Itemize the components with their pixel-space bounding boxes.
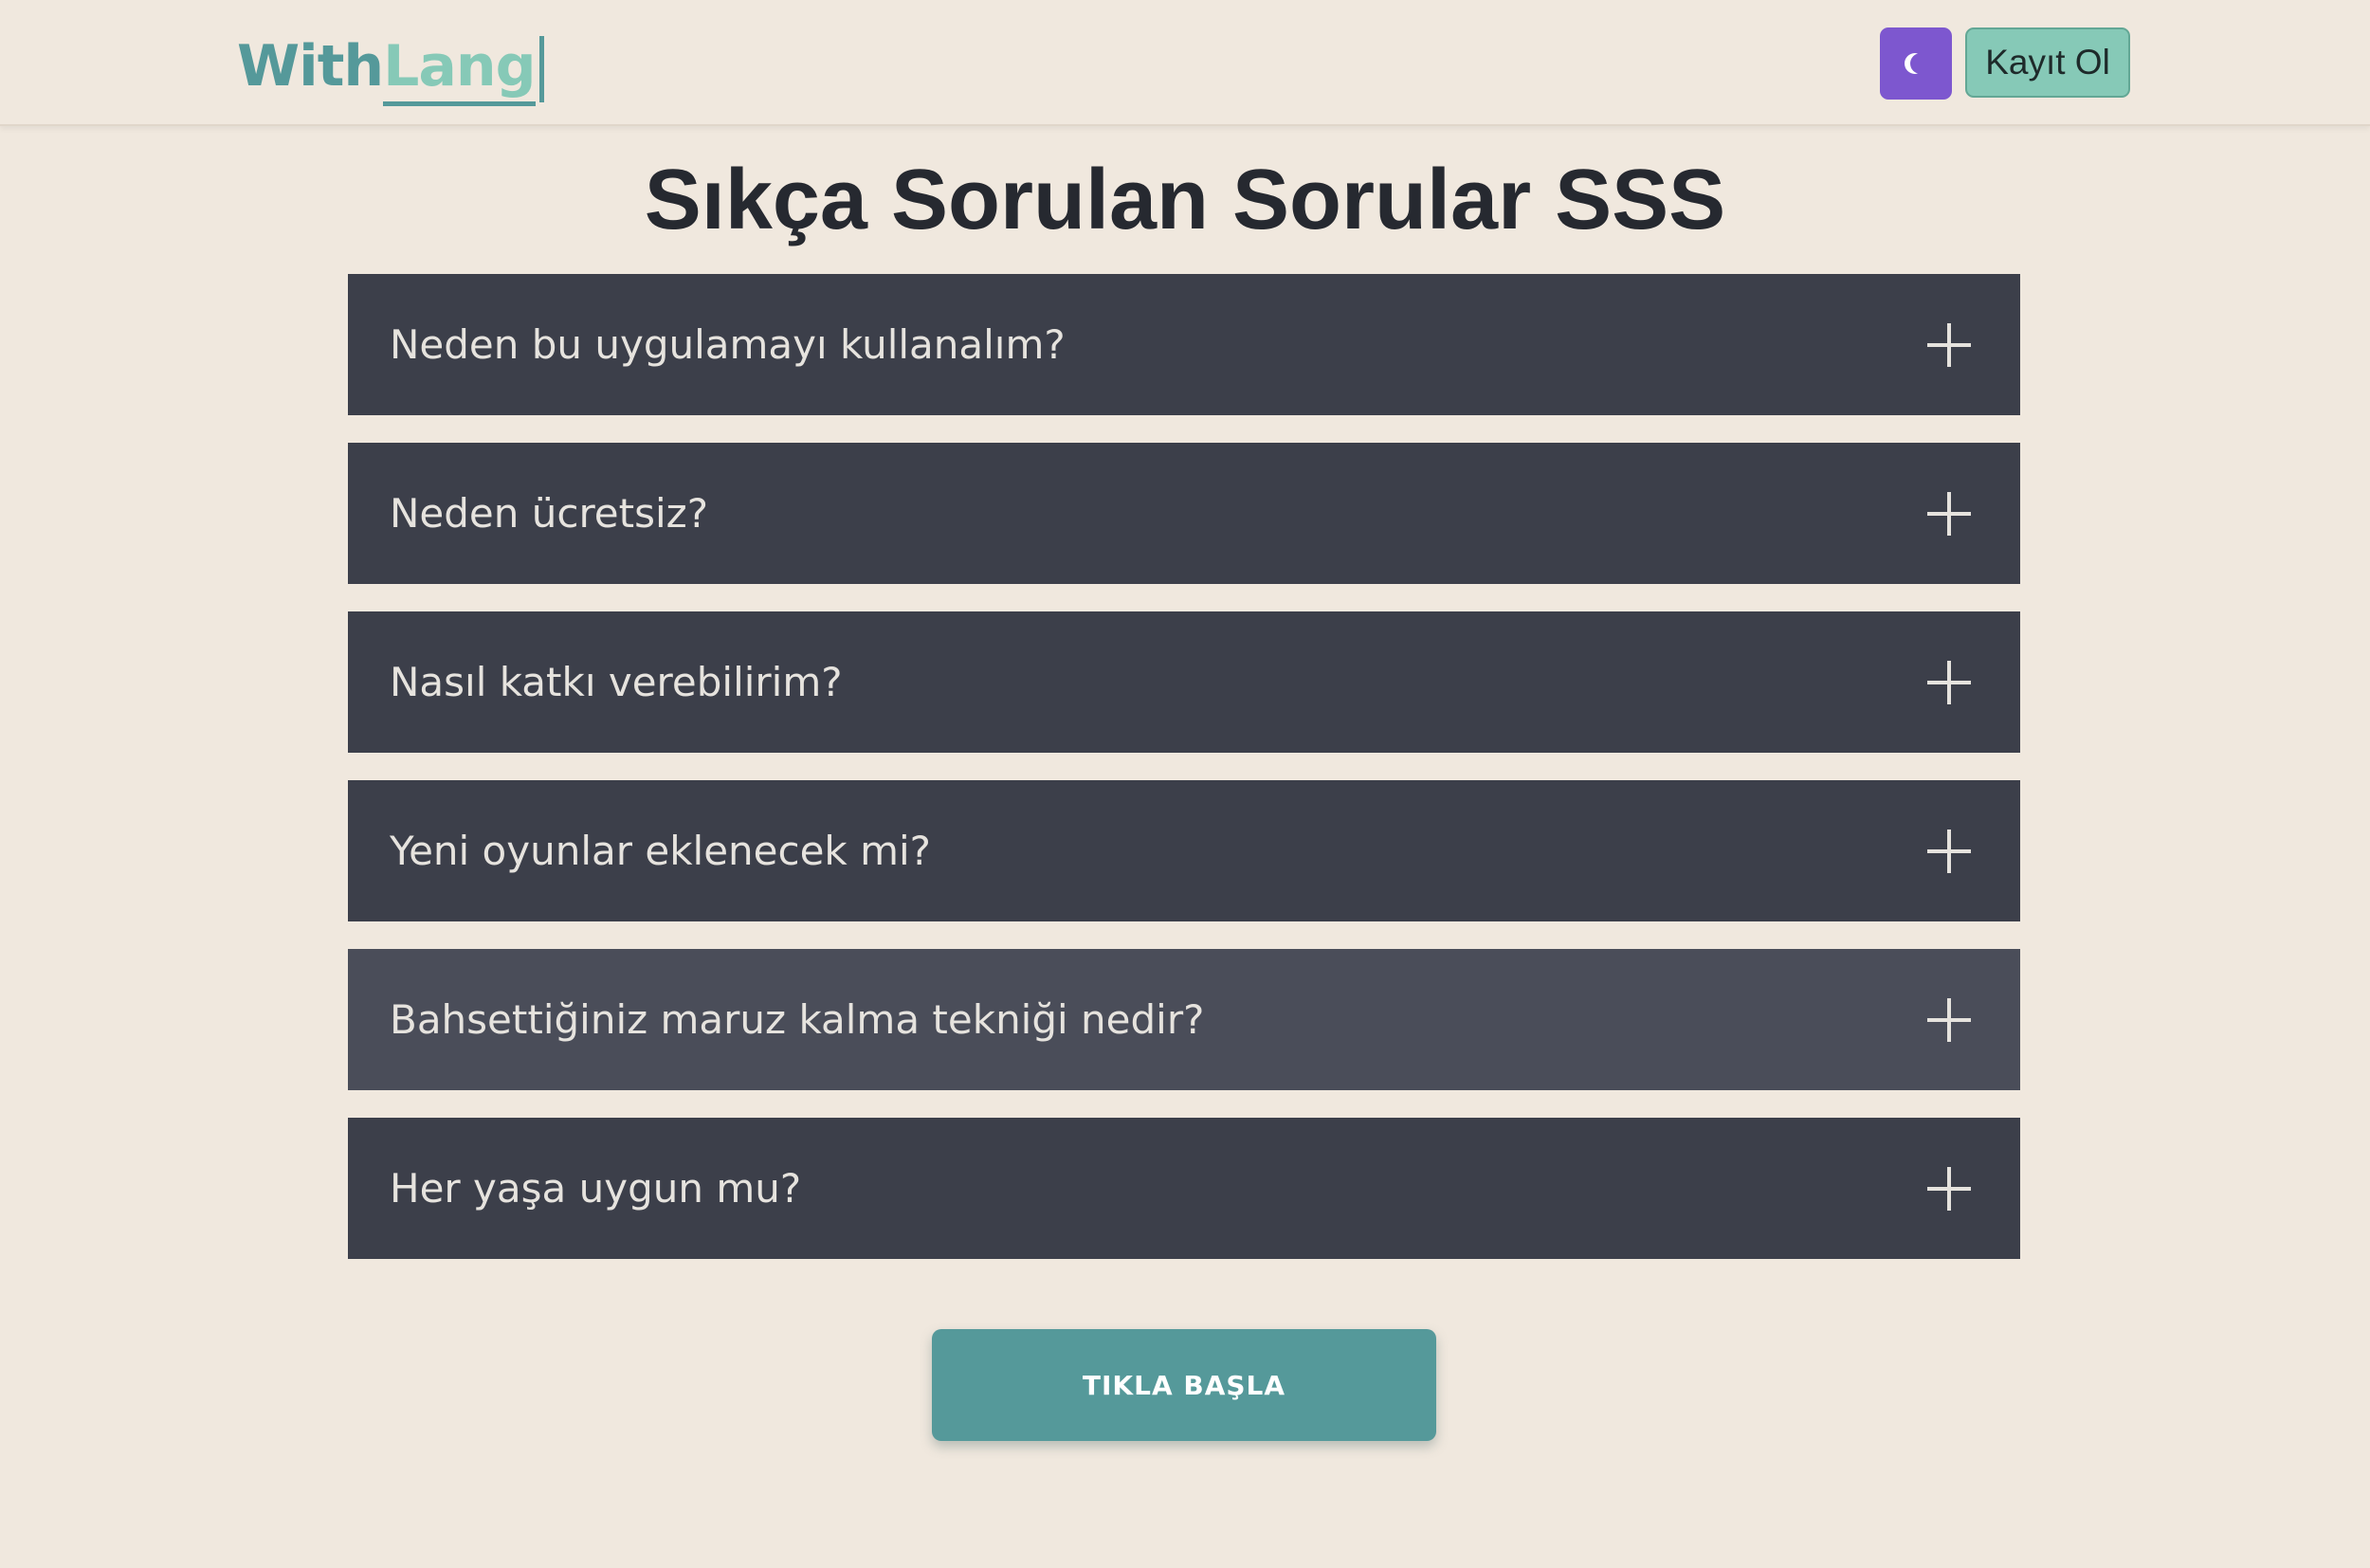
- faq-list: Neden bu uygulamayı kullanalım? Neden üc…: [348, 274, 2020, 1286]
- plus-icon[interactable]: [1927, 491, 1971, 536]
- faq-question: Neden ücretsiz?: [390, 490, 708, 537]
- page-title: Sıkça Sorulan Sorular SSS: [644, 153, 1726, 247]
- plus-icon[interactable]: [1927, 997, 1971, 1042]
- faq-item[interactable]: Neden ücretsiz?: [348, 443, 2020, 584]
- faq-question: Neden bu uygulamayı kullanalım?: [390, 321, 1066, 368]
- faq-question: Her yaşa uygun mu?: [390, 1165, 802, 1212]
- logo-text-with: With: [237, 33, 384, 100]
- faq-question: Bahsettiğiniz maruz kalma tekniği nedir?: [390, 996, 1205, 1043]
- plus-icon[interactable]: [1927, 1166, 1971, 1211]
- theme-toggle-button[interactable]: [1880, 27, 1952, 100]
- plus-icon[interactable]: [1927, 660, 1971, 704]
- faq-item[interactable]: Bahsettiğiniz maruz kalma tekniği nedir?: [348, 949, 2020, 1090]
- moon-icon: [1910, 53, 1931, 74]
- faq-item[interactable]: Nasıl katkı verebilirim?: [348, 611, 2020, 753]
- faq-item[interactable]: Neden bu uygulamayı kullanalım?: [348, 274, 2020, 415]
- signup-button[interactable]: Kayıt Ol: [1965, 27, 2130, 98]
- start-button[interactable]: TIKLA BAŞLA: [932, 1329, 1436, 1441]
- faq-question: Yeni oyunlar eklenecek mi?: [390, 828, 931, 874]
- logo[interactable]: WithLang: [237, 28, 544, 106]
- faq-item[interactable]: Her yaşa uygun mu?: [348, 1118, 2020, 1259]
- top-navbar: WithLang Kayıt Ol: [0, 0, 2370, 126]
- plus-icon[interactable]: [1927, 829, 1971, 873]
- faq-question: Nasıl katkı verebilirim?: [390, 659, 843, 705]
- logo-text-lang: Lang: [383, 33, 537, 106]
- plus-icon[interactable]: [1927, 322, 1971, 367]
- logo-cursor-mark: [538, 36, 544, 103]
- faq-item[interactable]: Yeni oyunlar eklenecek mi?: [348, 780, 2020, 921]
